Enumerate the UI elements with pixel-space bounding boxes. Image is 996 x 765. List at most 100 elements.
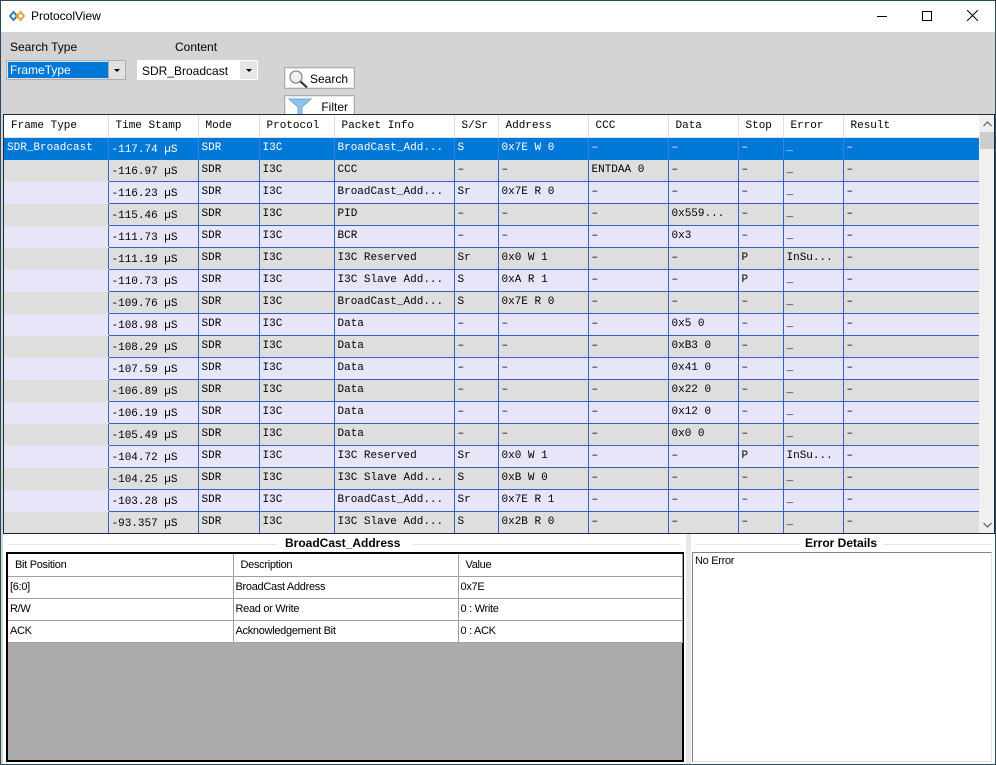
- table-row[interactable]: -107.59 µS SDR I3C Data – – –0x41 0– _ –: [4, 357, 980, 380]
- content-dropdown[interactable]: SDR_Broadcast: [137, 60, 258, 80]
- content-value: SDR_Broadcast: [142, 64, 229, 78]
- cell-frame-type: [4, 247, 109, 270]
- cell-s-sr: Sr: [454, 247, 499, 270]
- cell-time-stamp: -117.74 µS: [108, 137, 199, 160]
- cell-mode: SDR: [198, 137, 260, 160]
- table-row[interactable]: -109.76 µS SDR I3C BroadCast_Add... S 0x7E R …: [4, 291, 980, 314]
- table-row[interactable]: -105.49 µS SDR I3C Data – – –0x0 0– _ –: [4, 423, 980, 446]
- column-header-packet-info[interactable]: Packet Info: [334, 115, 455, 138]
- cell-frame-type: [4, 379, 109, 402]
- cell-time-stamp: -108.29 µS: [108, 335, 199, 358]
- cell-stop: –: [738, 181, 784, 204]
- detail-column-bit-position[interactable]: Bit Position: [8, 554, 234, 577]
- table-row[interactable]: -108.98 µS SDR I3C Data – – –0x5 0– _ –: [4, 313, 980, 336]
- table-row[interactable]: -116.97 µS SDR I3C CCC – – ENTDAA 0– – _ –: [4, 159, 980, 182]
- column-header-s-sr[interactable]: S/Sr: [454, 115, 499, 138]
- cell-protocol: I3C: [259, 181, 335, 204]
- cell-address: –: [498, 313, 589, 336]
- cell-data: 0x0 0: [668, 423, 739, 446]
- table-row[interactable]: -93.357 µS SDR I3C I3C Slave Add... S 0x2B R …: [4, 511, 980, 533]
- minimize-button[interactable]: [859, 1, 905, 32]
- scrollbar-thumb[interactable]: [980, 132, 994, 149]
- scroll-up-icon[interactable]: [979, 115, 994, 132]
- cell-s-sr: –: [454, 423, 499, 446]
- cell-time-stamp: -105.49 µS: [108, 423, 199, 446]
- column-header-protocol[interactable]: Protocol: [259, 115, 335, 138]
- search-type-dropdown[interactable]: FrameType: [6, 60, 126, 80]
- table-row[interactable]: -116.23 µS SDR I3C BroadCast_Add... Sr 0x7E R…: [4, 181, 980, 204]
- scroll-down-icon[interactable]: [979, 516, 994, 533]
- cell-mode: SDR: [198, 225, 260, 248]
- column-header-ccc[interactable]: CCC: [588, 115, 669, 138]
- detail-row[interactable]: [6:0] BroadCast Address 0x7E: [8, 576, 683, 599]
- detail-row[interactable]: ACK Acknowledgement Bit 0 : ACK: [8, 620, 683, 643]
- grid-vertical-scrollbar[interactable]: [979, 115, 994, 533]
- cell-error: _: [783, 137, 844, 160]
- cell-packet-info: BroadCast_Add...: [334, 137, 455, 160]
- cell-data: –: [668, 181, 739, 204]
- table-row[interactable]: -111.19 µS SDR I3C I3C Reserved Sr 0x0 W 1– – P…: [4, 247, 980, 270]
- column-header-data[interactable]: Data: [668, 115, 739, 138]
- cell-time-stamp: -93.357 µS: [108, 511, 199, 533]
- detail-row[interactable]: R/W Read or Write 0 : Write: [8, 598, 683, 621]
- cell-time-stamp: -116.23 µS: [108, 181, 199, 204]
- cell-frame-type: SDR_Broadcast: [4, 137, 109, 160]
- table-row[interactable]: -106.19 µS SDR I3C Data – – –0x12 0– _ –: [4, 401, 980, 424]
- cell-stop: –: [738, 511, 784, 533]
- column-header-mode[interactable]: Mode: [198, 115, 260, 138]
- cell-data: –: [668, 159, 739, 182]
- close-button[interactable]: [949, 1, 995, 32]
- table-row[interactable]: -110.73 µS SDR I3C I3C Slave Add... S 0xA R 1…: [4, 269, 980, 292]
- cell-data: 0x12 0: [668, 401, 739, 424]
- cell-s-sr: S: [454, 269, 499, 292]
- cell-time-stamp: -103.28 µS: [108, 489, 199, 512]
- cell-ccc: –: [588, 467, 669, 490]
- error-details-textbox[interactable]: No Error: [692, 552, 992, 762]
- cell-error: _: [783, 291, 844, 314]
- cell-data: –: [668, 269, 739, 292]
- chevron-down-icon[interactable]: [240, 61, 257, 79]
- detail-cell-value: 0 : ACK: [458, 620, 683, 643]
- cell-mode: SDR: [198, 203, 260, 226]
- table-row[interactable]: -104.25 µS SDR I3C I3C Slave Add... S 0xB W 0…: [4, 467, 980, 490]
- table-row[interactable]: -111.73 µS SDR I3C BCR – – –0x3– _ –: [4, 225, 980, 248]
- cell-packet-info: BroadCast_Add...: [334, 181, 455, 204]
- detail-column-value[interactable]: Value: [458, 554, 683, 577]
- cell-s-sr: –: [454, 203, 499, 226]
- table-row[interactable]: -106.89 µS SDR I3C Data – – –0x22 0– _ –: [4, 379, 980, 402]
- column-header-result[interactable]: Result: [843, 115, 980, 138]
- table-row[interactable]: SDR_Broadcast -117.74 µS SDR I3C BroadCast_A…: [4, 137, 980, 160]
- chevron-down-icon[interactable]: [108, 61, 125, 79]
- cell-mode: SDR: [198, 401, 260, 424]
- column-header-error[interactable]: Error: [783, 115, 844, 138]
- table-row[interactable]: -103.28 µS SDR I3C BroadCast_Add... Sr 0x7E R…: [4, 489, 980, 512]
- cell-address: 0x0 W 1: [498, 445, 589, 468]
- cell-protocol: I3C: [259, 247, 335, 270]
- cell-ccc: –: [588, 489, 669, 512]
- cell-frame-type: [4, 181, 109, 204]
- search-button[interactable]: Search: [284, 67, 355, 89]
- cell-time-stamp: -109.76 µS: [108, 291, 199, 314]
- table-row[interactable]: -104.72 µS SDR I3C I3C Reserved Sr 0x0 W 1– – P…: [4, 445, 980, 468]
- column-header-stop[interactable]: Stop: [738, 115, 784, 138]
- error-details-text: No Error: [695, 555, 735, 567]
- cell-stop: –: [738, 137, 784, 160]
- cell-address: 0x2B R 0: [498, 511, 589, 533]
- cell-s-sr: –: [454, 225, 499, 248]
- content-label: Content: [175, 40, 218, 54]
- maximize-button[interactable]: [904, 1, 950, 32]
- cell-protocol: I3C: [259, 357, 335, 380]
- detail-column-description[interactable]: Description: [233, 554, 459, 577]
- table-row[interactable]: -108.29 µS SDR I3C Data – – –0xB3 0– _ –: [4, 335, 980, 358]
- column-header-frame-type[interactable]: Frame Type: [4, 115, 109, 138]
- cell-mode: SDR: [198, 269, 260, 292]
- table-row[interactable]: -115.46 µS SDR I3C PID – – –0x559... – _ –: [4, 203, 980, 226]
- cell-ccc: –: [588, 423, 669, 446]
- detail-cell-description: Read or Write: [233, 598, 459, 621]
- cell-data: 0xB3 0: [668, 335, 739, 358]
- column-header-time-stamp[interactable]: Time Stamp: [108, 115, 199, 138]
- cell-protocol: I3C: [259, 137, 335, 160]
- column-header-address[interactable]: Address: [498, 115, 589, 138]
- cell-protocol: I3C: [259, 511, 335, 533]
- cell-result: –: [843, 137, 980, 160]
